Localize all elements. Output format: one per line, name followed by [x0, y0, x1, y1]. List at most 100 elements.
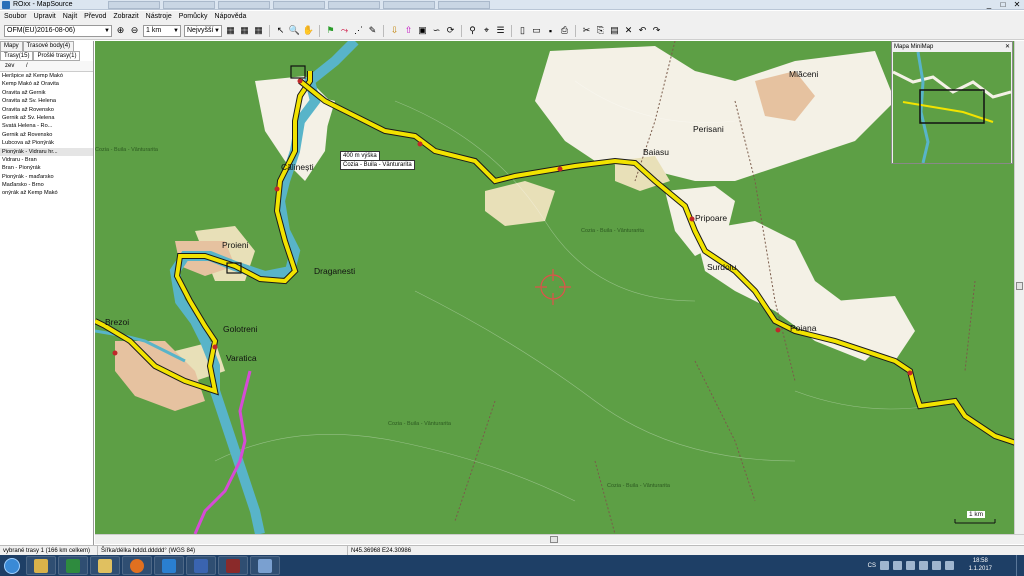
volume-icon[interactable]: [945, 561, 954, 570]
taskbar-app-media[interactable]: [154, 556, 184, 575]
tooltip-name: Cozia - Buila - Vânturarita: [343, 162, 412, 168]
show-desktop-button[interactable]: [1016, 555, 1024, 576]
route-list-item[interactable]: Oravita až Rovensko: [0, 106, 93, 114]
properties-icon[interactable]: ☰: [495, 25, 506, 36]
tab-waypoints[interactable]: Trasové body(4): [22, 41, 75, 51]
route-list-item[interactable]: Oravita až Gernik: [0, 89, 93, 97]
minimap-body[interactable]: [893, 52, 1011, 163]
menu-pomucky[interactable]: Pomůcky: [179, 13, 208, 20]
zoom-in-icon[interactable]: ⊕: [115, 25, 126, 36]
close-icon[interactable]: ✕: [1005, 43, 1010, 50]
recalc-icon[interactable]: ⟳: [445, 25, 456, 36]
tab-strip-item[interactable]: [438, 1, 490, 9]
select-tool-icon[interactable]: ↖: [275, 25, 286, 36]
route-list-item[interactable]: Gernik až Sv. Helena: [0, 114, 93, 122]
cut-icon[interactable]: ✂: [581, 25, 592, 36]
map-grid-icon[interactable]: ▦: [239, 25, 250, 36]
measure-tool-icon[interactable]: ✎: [367, 25, 378, 36]
tab-strip-item[interactable]: [273, 1, 325, 9]
tray-icon[interactable]: [880, 561, 889, 570]
menu-prevod[interactable]: Převod: [84, 13, 106, 20]
clock[interactable]: 18:58 1.1.2017: [969, 557, 992, 573]
tab-strip-item[interactable]: [383, 1, 435, 9]
menu-soubor[interactable]: Soubor: [4, 13, 27, 20]
open-file-icon[interactable]: ▭: [531, 25, 542, 36]
vertical-scrollbar[interactable]: [1014, 41, 1024, 534]
route-list-item[interactable]: Bran - Pionýrák: [0, 164, 93, 172]
undo-icon[interactable]: ↶: [637, 25, 648, 36]
zoom-scale-select[interactable]: 1 km ▼: [143, 24, 181, 37]
tab-strip-item[interactable]: [163, 1, 215, 9]
taskbar-app-mapsource[interactable]: [218, 556, 248, 575]
delete-icon[interactable]: ✕: [623, 25, 634, 36]
menu-najit[interactable]: Najít: [63, 13, 77, 20]
track-tool-icon[interactable]: ⋰: [353, 25, 364, 36]
maximize-button[interactable]: □: [998, 0, 1008, 9]
copy-icon[interactable]: ⎘: [595, 25, 606, 36]
menu-napoveda[interactable]: Nápověda: [215, 13, 247, 20]
tab-tracks[interactable]: Prošlé trasy(1): [33, 51, 81, 61]
start-button[interactable]: [0, 555, 24, 576]
map-product-select[interactable]: OFM(EU)2016-08-06) ▼: [4, 24, 112, 37]
tab-maps[interactable]: Mapy: [0, 41, 23, 51]
language-indicator[interactable]: CS: [868, 563, 876, 569]
close-button[interactable]: ✕: [1012, 0, 1022, 9]
route-list-item[interactable]: Svatá Helena - Ro...: [0, 122, 93, 130]
horizontal-scrollbar[interactable]: [95, 534, 1024, 544]
zoom-tool-icon[interactable]: 🔍: [289, 25, 300, 36]
send-to-device-icon[interactable]: ⇧: [403, 25, 414, 36]
hand-tool-icon[interactable]: ✋: [303, 25, 314, 36]
route-list-item[interactable]: Pionýrák - Vidraru hr...: [0, 147, 93, 156]
detail-level-select[interactable]: Nejvyšší ▼: [184, 24, 222, 37]
tray-icon[interactable]: [906, 561, 915, 570]
taskbar-app-save[interactable]: [186, 556, 216, 575]
menu-upravit[interactable]: Upravit: [34, 13, 56, 20]
route-list-item[interactable]: Heršpice až Kemp Makó: [0, 72, 93, 80]
taskbar-app-excel[interactable]: [58, 556, 88, 575]
list-column-header[interactable]: zev /: [0, 61, 93, 72]
map-grid-icon[interactable]: ▦: [253, 25, 264, 36]
zoom-out-icon[interactable]: ⊖: [129, 25, 140, 36]
menu-nastroje[interactable]: Nástroje: [146, 13, 172, 20]
waypoint-tool-icon[interactable]: ⚑: [325, 25, 336, 36]
map-grid-icon[interactable]: ▦: [225, 25, 236, 36]
tray-icon[interactable]: [893, 561, 902, 570]
vertical-scroll-thumb[interactable]: [1016, 282, 1023, 290]
tab-strip-item[interactable]: [108, 1, 160, 9]
redo-icon[interactable]: ↷: [651, 25, 662, 36]
route-list-item[interactable]: Lubcova až Pionýrák: [0, 139, 93, 147]
tab-strip-item[interactable]: [218, 1, 270, 9]
find-icon[interactable]: ⚲: [467, 25, 478, 36]
minimize-button[interactable]: _: [984, 0, 994, 9]
route-list-item[interactable]: onýrák až Kemp Makó: [0, 189, 93, 197]
taskbar-app-explorer[interactable]: [26, 556, 56, 575]
save-icon[interactable]: ▪: [545, 25, 556, 36]
find-places-icon[interactable]: ⌖: [481, 25, 492, 36]
tray-icon[interactable]: [919, 561, 928, 570]
network-icon[interactable]: [932, 561, 941, 570]
route-list-item[interactable]: Gernik až Rovensko: [0, 131, 93, 139]
taskbar-app-explorer2[interactable]: [90, 556, 120, 575]
route-list-item[interactable]: Vidraru - Bran: [0, 156, 93, 164]
route-list-item[interactable]: Pionýrák - maďarsko: [0, 173, 93, 181]
new-file-icon[interactable]: ▯: [517, 25, 528, 36]
print-icon[interactable]: ⎙: [559, 25, 570, 36]
tab-routes[interactable]: Trasy(15): [0, 51, 34, 61]
map-view[interactable]: Mlăceni Perisani Baiasu Pripoare Surdoiu…: [95, 41, 1024, 534]
route-tool-icon[interactable]: ⤳: [339, 25, 350, 36]
route-list-item[interactable]: Oravita až Sv. Helena: [0, 97, 93, 105]
scale-label: 1 km: [967, 511, 986, 518]
paste-icon[interactable]: ▤: [609, 25, 620, 36]
route-list-item[interactable]: Kemp Makó až Oravita: [0, 80, 93, 88]
receive-from-device-icon[interactable]: ⇩: [389, 25, 400, 36]
tab-strip-item[interactable]: [328, 1, 380, 9]
menu-zobrazit[interactable]: Zobrazit: [113, 13, 138, 20]
route-list-item[interactable]: Maďarsko - Brno: [0, 181, 93, 189]
minimap-panel[interactable]: Mapa MiniMap ✕: [891, 41, 1013, 164]
horizontal-scroll-thumb[interactable]: [550, 536, 558, 543]
map-select-icon[interactable]: ▣: [417, 25, 428, 36]
curve-tool-icon[interactable]: ∽: [431, 25, 442, 36]
taskbar-app-tool[interactable]: [250, 556, 280, 575]
chevron-down-icon: ▼: [214, 27, 220, 34]
taskbar-app-firefox[interactable]: [122, 556, 152, 575]
